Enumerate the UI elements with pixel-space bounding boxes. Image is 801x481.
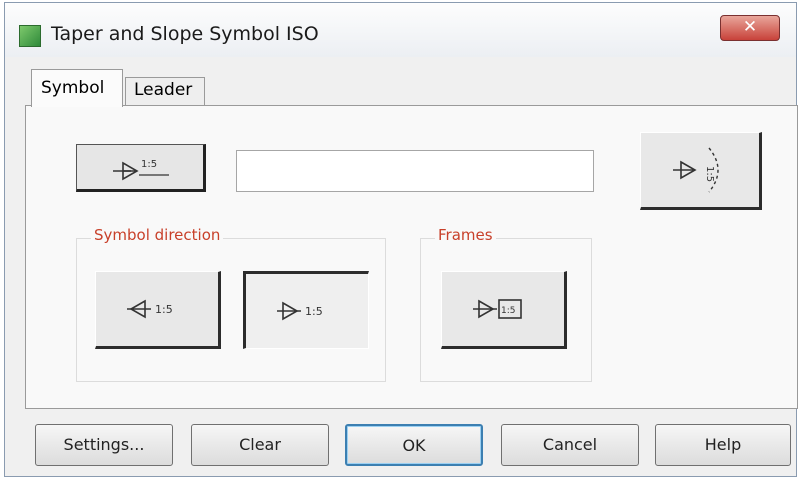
taper-left-icon: 1:5 <box>117 294 197 324</box>
frames-group: Frames 1:5 <box>420 226 592 382</box>
frame-option-button[interactable]: 1:5 <box>441 271 567 349</box>
close-button[interactable]: ✕ <box>720 15 780 41</box>
help-button[interactable]: Help <box>655 424 791 466</box>
frames-label: Frames <box>435 226 496 244</box>
symbol-tab-panel: 1:5 1:5 Symbol direction 1:5 1:5 Frames … <box>25 105 798 409</box>
symbol-value-input[interactable] <box>236 150 594 192</box>
settings-button[interactable]: Settings... <box>35 424 173 466</box>
symbol-direction-label: Symbol direction <box>91 226 224 244</box>
taper-vertical-dashed-icon: 1:5 <box>665 142 735 198</box>
window-title: Taper and Slope Symbol ISO <box>51 23 319 45</box>
dialog-window: Taper and Slope Symbol ISO ✕ Symbol Lead… <box>4 2 798 477</box>
tab-leader-label: Leader <box>134 80 193 100</box>
taper-framed-icon: 1:5 <box>463 294 543 324</box>
clear-button[interactable]: Clear <box>191 424 329 466</box>
direction-left-ratio: 1:5 <box>155 303 173 316</box>
symbol-preview-button[interactable]: 1:5 <box>76 144 206 192</box>
cancel-button[interactable]: Cancel <box>501 424 639 466</box>
tab-leader[interactable]: Leader <box>125 77 205 105</box>
vertical-ratio-text: 1:5 <box>704 166 715 182</box>
frame-ratio-text: 1:5 <box>501 306 515 316</box>
direction-right-button[interactable]: 1:5 <box>243 271 369 349</box>
tab-symbol-label: Symbol <box>41 78 105 98</box>
direction-right-ratio: 1:5 <box>305 305 323 318</box>
tab-symbol[interactable]: Symbol <box>31 69 123 107</box>
symbol-direction-group: Symbol direction 1:5 1:5 <box>76 226 386 382</box>
vertical-symbol-button[interactable]: 1:5 <box>640 132 762 210</box>
direction-left-button[interactable]: 1:5 <box>95 271 221 349</box>
taper-right-icon: 1:5 <box>267 296 347 326</box>
title-bar[interactable]: Taper and Slope Symbol ISO ✕ <box>5 3 796 57</box>
ok-button[interactable]: OK <box>345 424 483 466</box>
app-icon <box>19 25 41 47</box>
taper-arrow-underlined-icon: 1:5 <box>105 153 175 181</box>
preview-ratio-text: 1:5 <box>141 159 157 170</box>
